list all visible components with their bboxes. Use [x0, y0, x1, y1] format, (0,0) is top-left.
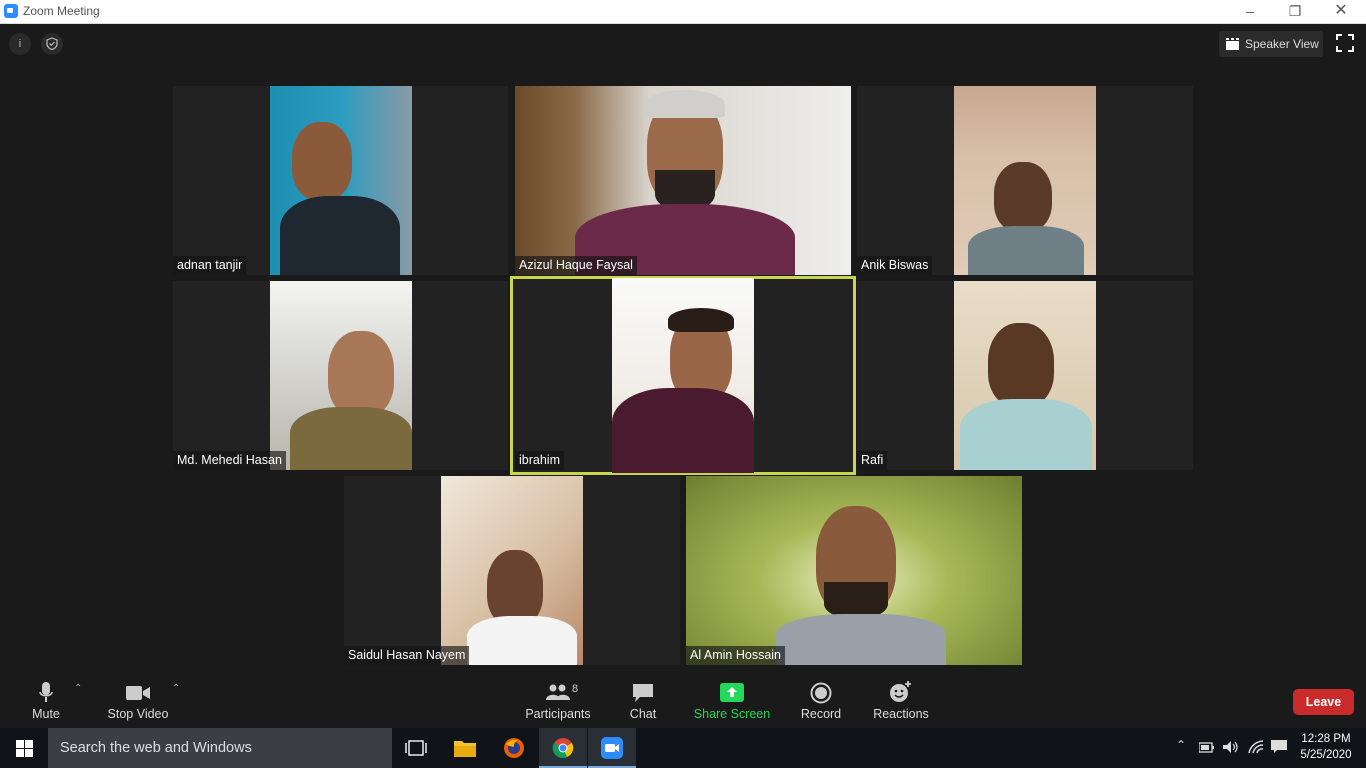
participant-name: Anik Biswas [857, 256, 933, 275]
share-screen-label: Share Screen [693, 707, 771, 721]
fullscreen-icon[interactable] [1336, 34, 1354, 52]
mute-button[interactable]: Mute [24, 678, 68, 728]
chrome-icon[interactable] [539, 728, 587, 768]
participant-video [612, 278, 754, 473]
share-screen-icon [720, 683, 744, 702]
task-view-icon[interactable] [392, 728, 440, 768]
share-screen-button[interactable]: Share Screen [692, 678, 772, 728]
record-label: Record [800, 707, 842, 721]
taskbar-clock[interactable]: 12:28 PM 5/25/2020 [1294, 731, 1358, 763]
participant-name: Rafi [857, 451, 888, 470]
participants-icon [546, 684, 570, 700]
participant-video [441, 476, 583, 665]
video-options-chevron-icon[interactable]: ⌃ [172, 683, 180, 694]
action-center-icon[interactable] [1271, 738, 1287, 757]
participant-name: adnan tanjir [173, 256, 247, 275]
reactions-label: Reactions [873, 707, 929, 721]
camera-icon [126, 686, 150, 700]
participants-label: Participants [525, 707, 591, 721]
participants-count: 8 [572, 683, 579, 695]
battery-icon[interactable] [1198, 738, 1215, 756]
reactions-button[interactable]: Reactions [872, 678, 930, 728]
restore-button[interactable]: ❐ [1272, 0, 1318, 23]
wifi-icon[interactable] [1248, 738, 1264, 757]
minimize-button[interactable]: – [1227, 0, 1273, 23]
participant-video [270, 86, 412, 275]
stop-video-button[interactable]: Stop Video [104, 678, 172, 728]
participant-tile[interactable]: Rafi [857, 281, 1193, 470]
participant-tile[interactable]: Anik Biswas [857, 86, 1193, 275]
audio-options-chevron-icon[interactable]: ⌃ [74, 683, 82, 694]
leave-button[interactable]: Leave [1293, 689, 1354, 715]
speaker-view-icon [1226, 38, 1239, 50]
participant-name: Md. Mehedi Hasan [173, 451, 286, 470]
participant-video [954, 86, 1096, 275]
reactions-icon [890, 681, 911, 702]
shield-icon[interactable] [41, 33, 63, 55]
participant-video [270, 281, 412, 470]
show-hidden-icons-chevron-icon[interactable]: ⌃ [1176, 738, 1186, 752]
window-title: Zoom Meeting [23, 4, 100, 18]
participant-tile[interactable]: Saidul Hasan Nayem [344, 476, 680, 665]
meeting-toolbar [0, 678, 1366, 728]
volume-icon[interactable] [1223, 738, 1239, 757]
participant-name: Al Amin Hossain [686, 646, 786, 665]
close-button[interactable]: ✕ [1318, 0, 1364, 23]
clock-time: 12:28 PM [1301, 733, 1351, 745]
speaker-view-button[interactable]: Speaker View [1219, 31, 1323, 57]
participants-button[interactable]: 8 Participants [522, 678, 594, 728]
zoom-app-icon [4, 4, 18, 18]
participant-tile[interactable]: Md. Mehedi Hasan [173, 281, 508, 470]
participant-name: ibrahim [515, 451, 564, 470]
record-icon [810, 682, 832, 704]
taskbar-search-box[interactable]: Search the web and Windows [48, 728, 392, 768]
mute-label: Mute [32, 707, 60, 721]
windows-taskbar: Search the web and Windows ⌃ 12:28 PM 5/… [0, 728, 1366, 768]
participant-name: Azizul Haque Faysal [515, 256, 637, 275]
windows-logo-icon [16, 740, 33, 757]
record-button[interactable]: Record [798, 678, 844, 728]
participant-tile[interactable]: adnan tanjir [173, 86, 508, 275]
participant-video [515, 86, 851, 275]
stop-video-label: Stop Video [107, 707, 169, 721]
start-button[interactable] [0, 728, 48, 768]
window-titlebar: Zoom Meeting – ❐ ✕ [0, 0, 1366, 24]
speaker-view-label: Speaker View [1245, 37, 1319, 51]
file-explorer-icon[interactable] [441, 728, 489, 768]
taskbar-search-placeholder: Search the web and Windows [60, 740, 252, 756]
participant-video [686, 476, 1022, 665]
firefox-icon[interactable] [490, 728, 538, 768]
zoom-icon[interactable] [588, 728, 636, 768]
participant-tile[interactable]: Azizul Haque Faysal [515, 86, 851, 275]
chat-label: Chat [629, 707, 657, 721]
participant-video [954, 281, 1096, 470]
info-icon[interactable]: i [9, 33, 31, 55]
microphone-icon [39, 682, 53, 702]
active-speaker-tile[interactable]: ibrahim [510, 276, 856, 475]
clock-date: 5/25/2020 [1300, 749, 1352, 761]
participant-name: Saidul Hasan Nayem [344, 646, 470, 665]
participant-tile[interactable]: Al Amin Hossain [686, 476, 1022, 665]
chat-icon [633, 684, 653, 702]
chat-button[interactable]: Chat [620, 678, 666, 728]
